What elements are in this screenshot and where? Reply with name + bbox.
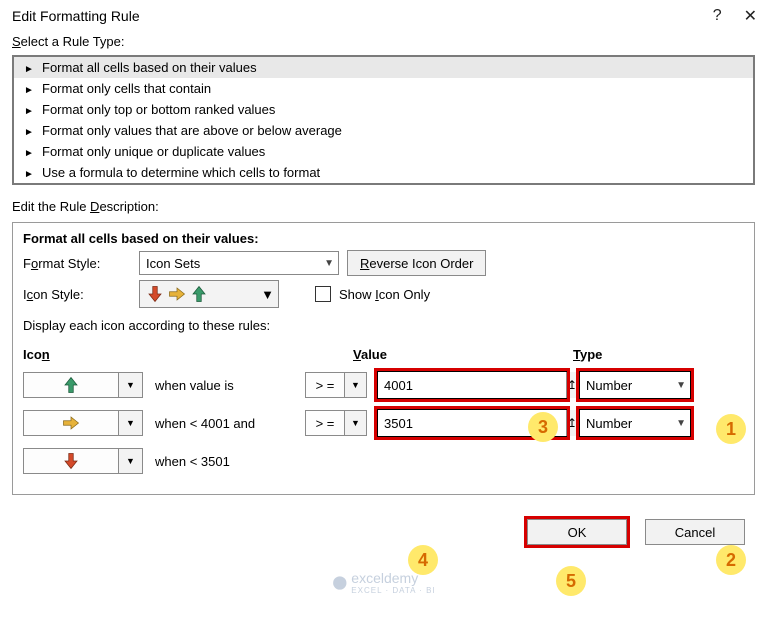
rule-type-text: Format only top or bottom ranked values: [42, 102, 275, 117]
rule-operator-combo[interactable]: > = ▼: [305, 410, 367, 436]
rule-when-text: when value is: [155, 378, 305, 393]
bullet-icon: ►: [24, 64, 36, 72]
rule-type-combo[interactable]: Number ▼: [579, 409, 691, 437]
rule-type-item[interactable]: ► Format only top or bottom ranked value…: [14, 99, 753, 120]
rule-type-value: Number: [586, 378, 632, 393]
rule-type-item[interactable]: ► Format only values that are above or b…: [14, 120, 753, 141]
show-icon-only-label: Show Icon Only: [339, 287, 430, 302]
chevron-down-icon: ▼: [676, 380, 686, 391]
col-value-header: Value: [353, 347, 573, 362]
format-style-value: Icon Sets: [146, 256, 200, 271]
rule-type-list[interactable]: ► Format all cells based on their values…: [12, 55, 755, 185]
arrow-right-icon: [168, 285, 186, 303]
titlebar: Edit Formatting Rule ? ✕: [0, 0, 767, 30]
rule-type-text: Use a formula to determine which cells t…: [42, 165, 320, 180]
bullet-icon: ►: [24, 169, 36, 177]
chevron-down-icon: ▼: [344, 411, 366, 435]
rule-type-text: Format only cells that contain: [42, 81, 211, 96]
chevron-down-icon: ▼: [344, 373, 366, 397]
window-title: Edit Formatting Rule: [12, 8, 140, 24]
rules-intro: Display each icon according to these rul…: [23, 318, 744, 333]
rule-icon-combo[interactable]: ▼: [23, 448, 143, 474]
arrow-down-icon: [146, 285, 164, 303]
rule-type-item[interactable]: ► Format all cells based on their values: [14, 57, 753, 78]
chevron-down-icon: ▼: [676, 418, 686, 429]
icon-style-label: Icon Style:: [23, 287, 131, 302]
help-icon[interactable]: ?: [713, 7, 722, 25]
arrow-right-icon: [62, 414, 80, 432]
rule-type-text: Format only unique or duplicate values: [42, 144, 265, 159]
chevron-down-icon: ▼: [324, 258, 334, 269]
bullet-icon: ►: [24, 148, 36, 156]
icon-style-combo[interactable]: ▼: [139, 280, 279, 308]
chevron-down-icon: ▼: [118, 449, 142, 473]
chevron-down-icon: ▼: [118, 411, 142, 435]
chevron-down-icon: ▼: [118, 373, 142, 397]
callout-badge: 4: [408, 545, 438, 575]
desc-heading: Format all cells based on their values:: [23, 231, 744, 246]
rule-type-value: Number: [586, 416, 632, 431]
col-icon-header: Icon: [23, 347, 353, 362]
bullet-icon: ►: [24, 106, 36, 114]
rule-when-text: when < 3501: [155, 454, 305, 469]
icon-set-preview: [146, 285, 208, 303]
reverse-icon-order-label: Reverse Icon Order: [360, 256, 473, 271]
callout-badge: 1: [716, 414, 746, 444]
rule-type-text: Format all cells based on their values: [42, 60, 257, 75]
arrow-up-icon: [190, 285, 208, 303]
arrow-up-icon: [62, 376, 80, 394]
edit-rule-description-label: Edit the Rule Description:: [0, 195, 767, 216]
callout-badge: 2: [716, 545, 746, 575]
rule-operator-value: > =: [306, 373, 344, 397]
rule-when-text: when < 4001 and: [155, 416, 305, 431]
rule-row: ▼ when < 4001 and > = ▼ ↥ Number ▼: [23, 408, 744, 438]
rules-header: Icon Value Type: [23, 347, 744, 362]
format-style-combo[interactable]: Icon Sets ▼: [139, 251, 339, 275]
bullet-icon: ►: [24, 85, 36, 93]
close-icon[interactable]: ✕: [744, 6, 757, 26]
rule-type-item[interactable]: ► Format only unique or duplicate values: [14, 141, 753, 162]
rule-row: ▼ when < 3501: [23, 446, 744, 476]
rule-row: ▼ when value is > = ▼ ↥ Number ▼: [23, 370, 744, 400]
rule-type-item[interactable]: ► Format only cells that contain: [14, 78, 753, 99]
rule-value-input[interactable]: [378, 372, 566, 398]
col-type-header: Type: [573, 347, 703, 362]
callout-badge: 3: [528, 412, 558, 442]
logo-icon: [331, 575, 347, 591]
chevron-down-icon: ▼: [261, 287, 274, 302]
callout-badge: 5: [556, 566, 586, 596]
show-icon-only-checkbox[interactable]: [315, 286, 331, 302]
select-rule-type-label: Select a Rule Type:: [0, 30, 767, 51]
rule-icon-combo[interactable]: ▼: [23, 410, 143, 436]
rule-type-combo[interactable]: Number ▼: [579, 371, 691, 399]
range-selector-icon[interactable]: ↥: [566, 372, 577, 398]
rule-type-item[interactable]: ► Use a formula to determine which cells…: [14, 162, 753, 183]
ok-button[interactable]: OK: [527, 519, 627, 545]
rule-operator-combo[interactable]: > = ▼: [305, 372, 367, 398]
rule-value-field[interactable]: ↥: [377, 371, 567, 399]
format-style-label: Format Style:: [23, 256, 131, 271]
rule-icon-combo[interactable]: ▼: [23, 372, 143, 398]
cancel-button[interactable]: Cancel: [645, 519, 745, 545]
reverse-icon-order-button[interactable]: Reverse Icon Order: [347, 250, 486, 276]
rule-operator-value: > =: [306, 411, 344, 435]
range-selector-icon[interactable]: ↥: [566, 410, 577, 436]
bullet-icon: ►: [24, 127, 36, 135]
rule-description-panel: Format all cells based on their values: …: [12, 222, 755, 495]
arrow-down-icon: [62, 452, 80, 470]
rule-type-text: Format only values that are above or bel…: [42, 123, 342, 138]
watermark-sub: EXCEL · DATA · BI: [351, 586, 435, 595]
dialog-footer: OK Cancel: [0, 505, 767, 555]
